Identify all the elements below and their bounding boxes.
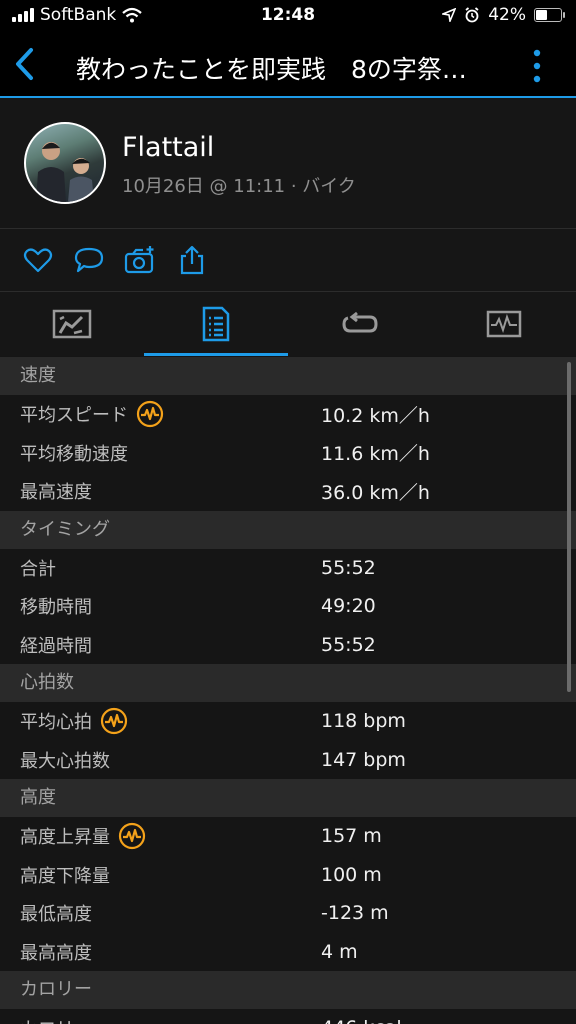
- stat-label-text: カロリー: [20, 1015, 92, 1024]
- stat-label: 最大心拍数: [0, 747, 321, 773]
- stat-row: 平均スピード 10.2 km／h: [0, 395, 576, 434]
- stat-value: 147 bpm: [321, 748, 406, 771]
- stat-label-text: 移動時間: [20, 597, 92, 619]
- stat-label-text: 最高速度: [20, 482, 92, 504]
- signal-icon: [12, 8, 34, 22]
- alarm-icon: [465, 7, 479, 23]
- camera-plus-icon[interactable]: [124, 244, 156, 276]
- stat-value: 157 m: [321, 825, 382, 848]
- stat-label: 合計: [0, 555, 321, 581]
- stat-label: 平均心拍: [0, 707, 321, 735]
- stat-row: 最高速度 36.0 km／h: [0, 472, 576, 511]
- stat-label: 最高速度: [0, 478, 321, 504]
- stat-label: 移動時間: [0, 593, 321, 619]
- comment-icon[interactable]: [73, 244, 105, 276]
- carrier-label: SoftBank: [40, 5, 117, 25]
- stat-label: 最高高度: [0, 939, 321, 965]
- stat-row: 高度上昇量 157 m: [0, 817, 576, 856]
- stat-label: 経過時間: [0, 632, 321, 658]
- stat-row: 高度下降量 100 m: [0, 855, 576, 894]
- stat-label: 高度下降量: [0, 862, 321, 888]
- stat-value: 55:52: [321, 633, 376, 656]
- stat-value: -123 m: [321, 902, 389, 925]
- heart-icon[interactable]: [22, 244, 54, 276]
- stats-list-icon: [202, 306, 230, 342]
- laps-icon: [342, 311, 378, 333]
- tab-charts[interactable]: [432, 292, 576, 356]
- section-header: タイミング: [0, 510, 576, 549]
- stat-row: カロリー 446 kcal: [0, 1009, 576, 1024]
- stats-list[interactable]: 速度平均スピード 10.2 km／h 平均移動速度 11.6 km／h 最高速度 36.0…: [0, 357, 576, 1024]
- stat-label: 最低高度: [0, 900, 321, 926]
- tab-laps[interactable]: [288, 292, 432, 356]
- stat-row: 最大心拍数 147 bpm: [0, 740, 576, 779]
- tab-stats[interactable]: [144, 292, 288, 356]
- nav-bar: 教わったことを即実践 8の字祭…: [0, 32, 576, 98]
- stat-value: 118 bpm: [321, 710, 406, 733]
- chevron-left-icon[interactable]: [10, 44, 40, 84]
- stat-label-text: 平均移動速度: [20, 443, 128, 465]
- tab-map[interactable]: [0, 292, 144, 356]
- stat-label-text: 高度下降量: [20, 865, 110, 887]
- stat-label-text: 経過時間: [20, 635, 92, 657]
- stat-row: 平均心拍 118 bpm: [0, 702, 576, 741]
- stat-row: 合計 55:52: [0, 548, 576, 587]
- heart-rate-badge-icon[interactable]: [100, 707, 128, 735]
- stat-label-text: 平均心拍: [20, 712, 92, 734]
- section-header: 心拍数: [0, 664, 576, 702]
- stat-value: 55:52: [321, 556, 376, 579]
- stat-label-text: 最低高度: [20, 904, 92, 926]
- heart-rate-badge-icon[interactable]: [136, 400, 164, 428]
- stat-value: 4 m: [321, 940, 358, 963]
- stat-row: 移動時間 49:20: [0, 587, 576, 626]
- scrollbar[interactable]: [567, 362, 571, 692]
- stat-label: カロリー: [0, 1015, 321, 1024]
- stat-label: 平均移動速度: [0, 440, 321, 466]
- stat-label: 平均スピード: [0, 400, 321, 428]
- stat-row: 最高高度 4 m: [0, 932, 576, 971]
- activity-header: Flattail 10月26日 @ 11:11 · バイク: [0, 98, 576, 228]
- stat-label-text: 最高高度: [20, 942, 92, 964]
- section-header: カロリー: [0, 971, 576, 1009]
- location-arrow-icon: [442, 8, 457, 22]
- stat-value: 36.0 km／h: [321, 481, 430, 504]
- chart-icon: [486, 310, 522, 338]
- stat-label: 高度上昇量: [0, 822, 321, 850]
- stat-row: 最低高度 -123 m: [0, 894, 576, 933]
- more-vertical-icon[interactable]: [532, 46, 542, 86]
- status-bar: SoftBank 12:48 42%: [0, 0, 576, 32]
- stat-label-text: 高度上昇量: [20, 827, 110, 849]
- stat-value: 11.6 km／h: [321, 443, 430, 466]
- wifi-icon: [122, 7, 142, 23]
- stat-row: 経過時間 55:52: [0, 625, 576, 664]
- action-bar: [0, 229, 576, 291]
- map-icon: [52, 309, 92, 339]
- stat-row: 平均移動速度 11.6 km／h: [0, 433, 576, 472]
- battery-percent: 42%: [488, 5, 526, 25]
- stat-label-text: 合計: [20, 558, 56, 580]
- share-icon[interactable]: [176, 244, 208, 276]
- stat-value: 446 kcal: [321, 1017, 402, 1024]
- stat-label-text: 平均スピード: [20, 405, 128, 427]
- section-header: 速度: [0, 357, 576, 395]
- heart-rate-badge-icon[interactable]: [118, 822, 146, 850]
- user-name[interactable]: Flattail: [122, 132, 214, 163]
- avatar[interactable]: [24, 122, 106, 204]
- stat-value: 10.2 km／h: [321, 404, 430, 427]
- stat-value: 100 m: [321, 863, 382, 886]
- activity-title: 教わったことを即実践 8の字祭…: [76, 55, 467, 84]
- section-header: 高度: [0, 779, 576, 817]
- stat-value: 49:20: [321, 595, 376, 618]
- stat-label-text: 最大心拍数: [20, 750, 110, 772]
- battery-icon: [534, 8, 565, 22]
- activity-date-type: 10月26日 @ 11:11 · バイク: [122, 176, 356, 197]
- tab-bar: [0, 292, 576, 356]
